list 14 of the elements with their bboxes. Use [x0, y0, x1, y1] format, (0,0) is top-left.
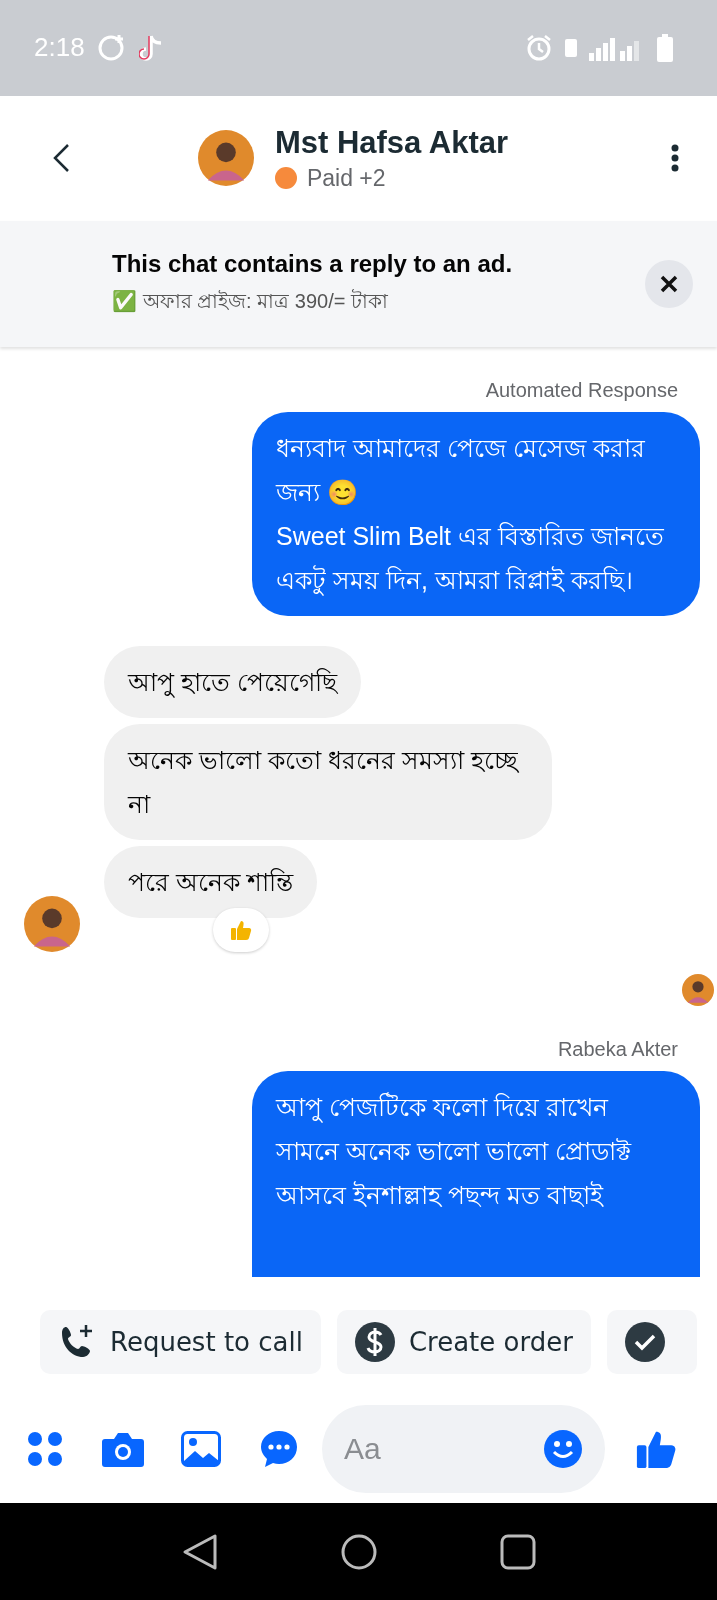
- banner-title: This chat contains a reply to an ad.: [112, 249, 514, 278]
- incoming-message: অনেক ভালো কতো ধরনের সমস্যা হচ্ছে না: [104, 724, 552, 841]
- message-field[interactable]: Aa: [322, 1404, 605, 1493]
- outgoing-message: ধন্যবাদ আমাদের পেজে মেসেজ করার জন্য 😊 Sweet Slim Belt এর বিস্তারিত জানতে একটু সময় দিন, আমরা রিপ্লাই করছি।: [252, 412, 700, 617]
- contact-label: Paid +2: [306, 164, 386, 192]
- incoming-message: আপু হাতে পেয়েগেছি: [104, 646, 361, 719]
- outgoing-message: আপু পেজটিকে ফলো দিয়ে রাখেন সামনে অনেক ভালো ভালো প্রোডাক্ট আসবে ইনশাল্লাহ পছন্দ মত বাছাই: [252, 1071, 700, 1278]
- incoming-message: পরে অনেক শান্তি: [104, 846, 317, 919]
- banner-subtitle: ✅ অফার প্রাইজ: মাত্র 390/= টাকা: [112, 288, 389, 314]
- contact-name: Mst Hafsa Aktar: [274, 124, 509, 161]
- action-chip[interactable]: Request to call: [40, 1310, 321, 1375]
- action-chip[interactable]: Create order: [336, 1310, 591, 1375]
- sender-label: Rabeka Akter: [557, 1038, 678, 1062]
- sender-label: Automated Response: [485, 379, 678, 403]
